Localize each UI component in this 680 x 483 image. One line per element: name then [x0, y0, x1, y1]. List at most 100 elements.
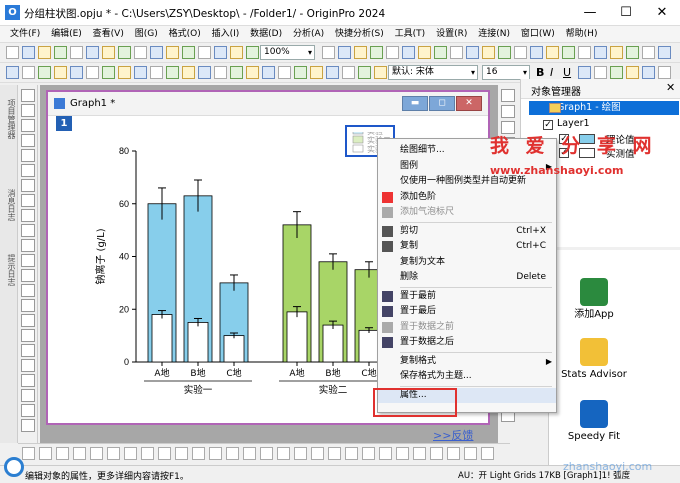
graph-titlebar[interactable]: Graph1 * ▬ ◻ ✕ — [48, 92, 488, 116]
toolbar-button[interactable] — [626, 46, 639, 59]
toolbar-button[interactable] — [464, 447, 477, 460]
toolbar-button[interactable] — [310, 66, 323, 79]
toolbar-button[interactable] — [338, 46, 351, 59]
close-icon[interactable]: ✕ — [666, 81, 675, 94]
toolbar-button[interactable] — [326, 66, 339, 79]
context-menu-item[interactable]: 复制格式 ▶ — [378, 354, 556, 369]
toolbar-button[interactable] — [328, 447, 341, 460]
context-menu-item[interactable]: 置于数据之前 — [378, 320, 556, 335]
underline-button[interactable]: U — [563, 66, 571, 79]
context-menu-item[interactable]: 复制 Ctrl+C — [378, 239, 556, 254]
tool-button[interactable] — [21, 164, 35, 177]
toolbar-button[interactable] — [38, 46, 51, 59]
toolbar-button[interactable] — [22, 46, 35, 59]
tab-project-explorer[interactable]: 项目管理器 — [2, 89, 16, 149]
toolbar-button[interactable] — [450, 46, 463, 59]
graph-minimize-button[interactable]: ▬ — [402, 96, 428, 111]
tool-button[interactable] — [21, 404, 35, 417]
toolbar-button[interactable] — [243, 447, 256, 460]
toolbar-button[interactable] — [642, 66, 655, 79]
toolbar-button[interactable] — [6, 66, 19, 79]
toolbar-button[interactable] — [150, 46, 163, 59]
toolbar-button[interactable] — [230, 66, 243, 79]
toolbar-button[interactable] — [22, 447, 35, 460]
tool-button[interactable] — [21, 344, 35, 357]
toolbar-button[interactable] — [418, 46, 431, 59]
toolbar-button[interactable] — [362, 447, 375, 460]
toolbar-button[interactable] — [22, 66, 35, 79]
toolbar-button[interactable] — [246, 66, 259, 79]
toolbar-button[interactable] — [54, 66, 67, 79]
toolbar-button[interactable] — [198, 46, 211, 59]
toolbar-button[interactable] — [166, 46, 179, 59]
toolbar-button[interactable] — [214, 46, 227, 59]
tool-button[interactable] — [21, 389, 35, 402]
toolbar-button[interactable] — [175, 447, 188, 460]
toolbar-button[interactable] — [90, 447, 103, 460]
toolbar-button[interactable] — [182, 66, 195, 79]
toolbar-button[interactable] — [342, 66, 355, 79]
context-menu-item[interactable]: 剪切 Ctrl+X — [378, 224, 556, 239]
context-menu-item[interactable]: 置于数据之后 — [378, 335, 556, 350]
menu-data[interactable]: 数据(D) — [246, 26, 286, 42]
toolbar-button[interactable] — [447, 447, 460, 460]
toolbar-button[interactable] — [481, 447, 494, 460]
toolbar-button[interactable] — [278, 66, 291, 79]
close-button[interactable]: ✕ — [644, 0, 680, 26]
toolbar-button[interactable] — [413, 447, 426, 460]
toolbar-button[interactable] — [158, 447, 171, 460]
menu-graph[interactable]: 图(G) — [131, 26, 162, 42]
minimize-button[interactable]: — — [572, 0, 608, 26]
menu-quick-analysis[interactable]: 快捷分析(S) — [331, 26, 388, 42]
layer-checkbox[interactable]: ✓ — [543, 120, 553, 130]
toolbar-button[interactable] — [39, 447, 52, 460]
toolbar-button[interactable] — [658, 66, 671, 79]
toolbar-button[interactable] — [38, 66, 51, 79]
menu-view[interactable]: 查看(V) — [89, 26, 128, 42]
menu-analysis[interactable]: 分析(A) — [289, 26, 328, 42]
tool-button[interactable] — [21, 374, 35, 387]
magnifier-icon[interactable] — [4, 457, 24, 477]
toolbar-button[interactable] — [70, 46, 83, 59]
toolbar-button[interactable] — [198, 66, 211, 79]
app-speedy-fit[interactable]: Speedy Fit — [559, 400, 629, 443]
toolbar-button[interactable] — [294, 66, 307, 79]
toolbar-button[interactable] — [70, 66, 83, 79]
toolbar-button[interactable] — [73, 447, 86, 460]
context-menu-item[interactable]: 添加色阶 — [378, 190, 556, 205]
toolbar-button[interactable] — [466, 46, 479, 59]
italic-button[interactable]: I — [550, 66, 553, 79]
tool-button[interactable] — [21, 299, 35, 312]
toolbar-button[interactable] — [610, 46, 623, 59]
menu-help[interactable]: 帮助(H) — [562, 26, 602, 42]
tool-button[interactable] — [21, 179, 35, 192]
context-menu-item[interactable]: 置于最前 — [378, 289, 556, 304]
toolbar-button[interactable] — [354, 46, 367, 59]
toolbar-button[interactable] — [658, 46, 671, 59]
toolbar-button[interactable] — [311, 447, 324, 460]
tool-button[interactable] — [21, 194, 35, 207]
toolbar-button[interactable] — [294, 447, 307, 460]
tool-button[interactable] — [501, 89, 515, 102]
menu-connect[interactable]: 连接(N) — [474, 26, 514, 42]
toolbar-button[interactable] — [230, 46, 243, 59]
tool-button[interactable] — [21, 314, 35, 327]
menu-settings[interactable]: 设置(R) — [432, 26, 471, 42]
toolbar-button[interactable] — [118, 46, 131, 59]
toolbar-button[interactable] — [358, 66, 371, 79]
toolbar-button[interactable] — [546, 46, 559, 59]
tool-button[interactable] — [501, 105, 515, 118]
toolbar-button[interactable] — [166, 66, 179, 79]
toolbar-button[interactable] — [192, 447, 205, 460]
toolbar-button[interactable] — [56, 447, 69, 460]
toolbar-button[interactable] — [482, 46, 495, 59]
toolbar-button[interactable] — [54, 46, 67, 59]
toolbar-button[interactable] — [6, 46, 19, 59]
context-menu-item[interactable]: 复制为文本 — [378, 255, 556, 270]
toolbar-button[interactable] — [141, 447, 154, 460]
tree-item-layer[interactable]: Layer1 — [557, 118, 590, 129]
tab-message-log[interactable]: 消息日志 — [2, 180, 16, 230]
toolbar-button[interactable] — [277, 447, 290, 460]
toolbar-button[interactable] — [434, 46, 447, 59]
tool-button[interactable] — [21, 239, 35, 252]
